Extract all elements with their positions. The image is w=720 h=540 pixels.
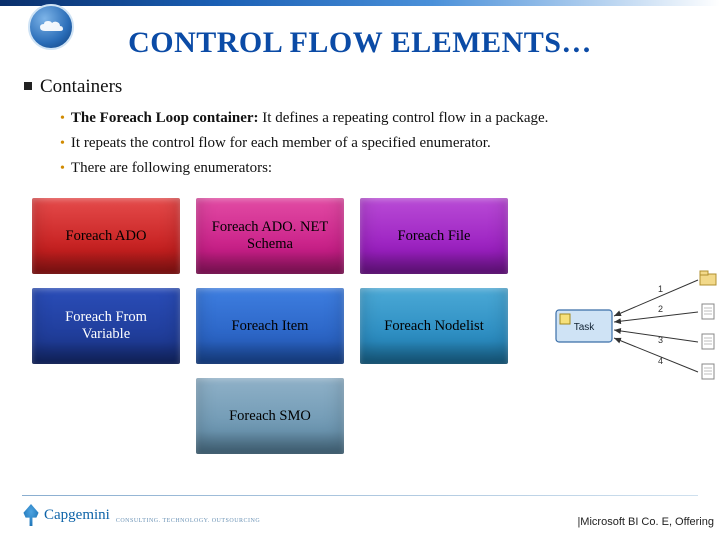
doc-icon [702,334,714,349]
header-stripe [0,0,720,6]
arrow-label: 4 [658,356,663,366]
arrow-label: 3 [658,335,663,345]
footer-tagline: CONSULTING. TECHNOLOGY. OUTSOURCING [116,518,260,524]
bullet-item: • There are following enumerators: [60,156,696,181]
tile-foreach-variable: Foreach From Variable [32,288,180,364]
bullet-list: • The Foreach Loop container: It defines… [60,106,696,182]
bullet-item: • It repeats the control flow for each m… [60,131,696,156]
bullet-text: It repeats the control flow for each mem… [71,131,491,156]
square-bullet-icon [24,82,32,90]
tile-foreach-adonet: Foreach ADO. NET Schema [196,198,344,274]
arrow-label: 1 [658,284,663,294]
footer-right-text: |Microsoft BI Co. E, Offering [577,516,714,528]
dot-bullet-icon: • [60,106,65,131]
bullet-text: There are following enumerators: [71,156,272,181]
section-heading-text: Containers [40,76,122,97]
tile-foreach-nodelist: Foreach Nodelist [360,288,508,364]
spade-icon [22,504,40,526]
arrow-label: 2 [658,304,663,314]
dot-bullet-icon: • [60,131,65,156]
tile-foreach-ado: Foreach ADO [32,198,180,274]
bullet-text: The Foreach Loop container: It defines a… [71,106,549,131]
doc-icon [702,304,714,319]
tiles-grid: Foreach ADO Foreach ADO. NET Schema Fore… [32,198,532,364]
tile-foreach-item: Foreach Item [196,288,344,364]
page-title: CONTROL FLOW ELEMENTS… [0,26,720,60]
footer-divider [22,495,698,496]
doc-icon [702,364,714,379]
tiles-area: Foreach ADO Foreach ADO. NET Schema Fore… [32,198,532,454]
footer-brand: Capgemini [44,507,110,524]
footer-logo: Capgemini CONSULTING. TECHNOLOGY. OUTSOU… [22,504,260,526]
task-diagram: Task 1 2 3 4 [550,268,720,388]
tiles-row-last: Foreach SMO [196,378,532,454]
task-label: Task [574,322,596,333]
tile-foreach-file: Foreach File [360,198,508,274]
section-heading: Containers [24,76,696,98]
tile-foreach-smo: Foreach SMO [196,378,344,454]
bullet-item: • The Foreach Loop container: It defines… [60,106,696,131]
folder-icon [700,271,716,285]
content-area: Containers • The Foreach Loop container:… [24,76,696,182]
dot-bullet-icon: • [60,156,65,181]
